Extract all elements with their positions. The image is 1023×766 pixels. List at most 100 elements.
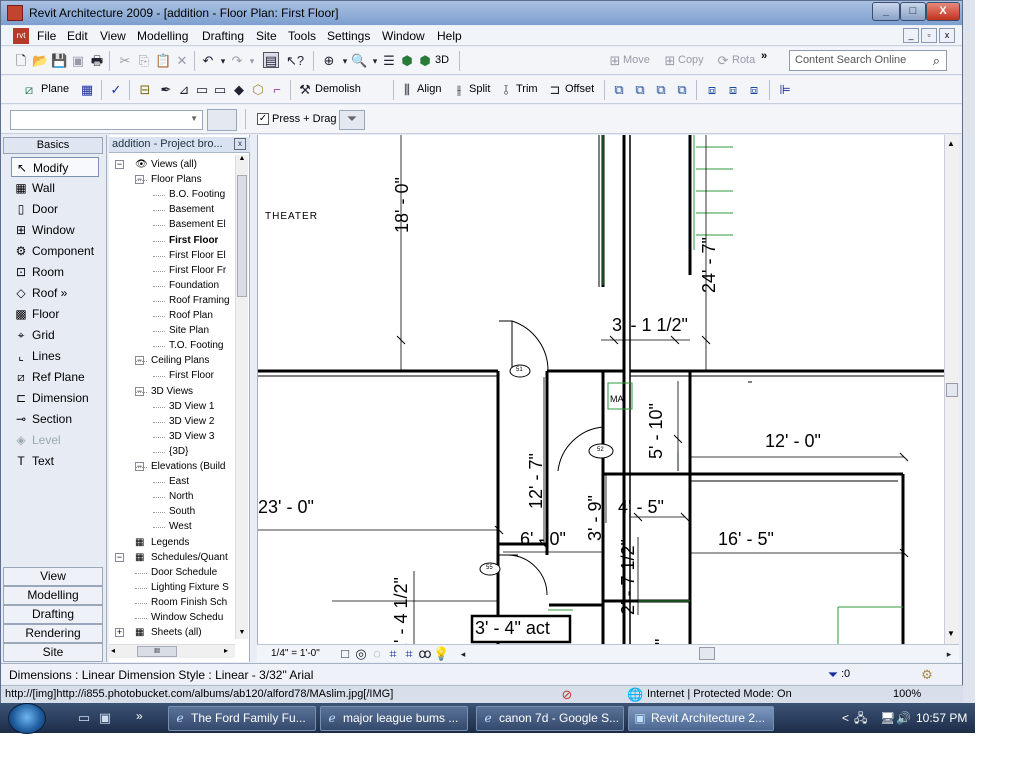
network-icon[interactable]: 🖧	[854, 703, 867, 733]
dim-3-1-1-2[interactable]: 3' - 1 1/2"	[612, 315, 688, 336]
tree-schedule[interactable]: Window Schedu	[151, 610, 223, 625]
tab-drafting[interactable]: Drafting	[3, 605, 103, 624]
whats-this-icon[interactable]: ↖?	[286, 53, 304, 69]
tree-schedule[interactable]: Door Schedule	[151, 565, 217, 580]
tree-ceiling-plan[interactable]: First Floor	[169, 368, 214, 383]
design-bar-item-floor[interactable]: ▩ Floor	[11, 304, 99, 324]
view-properties-icon[interactable]: ⊕	[321, 53, 337, 69]
tree-ceiling-plans[interactable]: Ceiling Plans	[151, 353, 209, 368]
design-bar-item-modify[interactable]: ↖ Modify	[11, 157, 99, 177]
trim-icon[interactable]: ⫱	[498, 82, 514, 98]
menu-help[interactable]: Help	[437, 29, 462, 43]
hscroll-left-icon[interactable]: ◂	[455, 646, 471, 662]
scroll-left-icon[interactable]: ◂	[111, 646, 115, 655]
save-to-central-icon[interactable]: ▣	[70, 53, 86, 69]
show-desktop-icon[interactable]: ▭	[76, 710, 92, 726]
title-bar[interactable]: Revit Architecture 2009 - [addition - Fl…	[1, 1, 962, 25]
scroll-up-icon[interactable]: ▲	[947, 139, 955, 148]
reveal-hidden-icon[interactable]: 💡	[433, 646, 449, 662]
project-browser-title[interactable]: addition - Project bro... x	[109, 137, 250, 153]
tree-elevations[interactable]: Elevations (Build	[151, 459, 225, 474]
design-bar-item-level[interactable]: ◈ Level	[11, 430, 99, 450]
design-bar-item-lines[interactable]: ⌞ Lines	[11, 346, 99, 366]
menu-view[interactable]: View	[100, 29, 126, 43]
browser-vertical-scrollbar[interactable]: ▲ ▼	[235, 155, 248, 639]
dim-16-5[interactable]: 16' - 5"	[718, 529, 774, 550]
align-icon[interactable]: ⫼	[399, 82, 415, 98]
3d-view-icon[interactable]: ⬢	[417, 53, 433, 69]
hscroll-right-icon[interactable]: ▸	[941, 646, 957, 662]
grid-show-icon[interactable]: ▦	[79, 82, 95, 98]
display-icon[interactable]: 🖥	[880, 703, 895, 733]
close-icon[interactable]: x	[234, 138, 246, 150]
drawing-scroll-thumb[interactable]	[946, 383, 958, 397]
tree-floor-plan[interactable]: T.O. Footing	[169, 338, 223, 353]
tool-3-icon[interactable]: ⊿	[176, 82, 192, 98]
tool-9-icon[interactable]: ⧉	[611, 82, 627, 98]
tool-4-icon[interactable]: ▭	[194, 82, 210, 98]
tree-3d-view[interactable]: 3D View 2	[169, 414, 214, 429]
tab-modelling[interactable]: Modelling	[3, 586, 103, 605]
design-bar-item-text[interactable]: T Text	[11, 451, 99, 471]
tree-expander-icon[interactable]: −	[115, 552, 124, 562]
menu-site[interactable]: Site	[256, 29, 277, 43]
room-label-theater[interactable]: THEATER	[265, 211, 318, 222]
crop-region-icon[interactable]: ⌗	[401, 646, 417, 662]
mdi-close-button[interactable]: x	[939, 28, 955, 43]
visibility-graphics-icon[interactable]: ☰	[381, 53, 397, 69]
crop-view-icon[interactable]: ⌗	[385, 646, 401, 662]
tree-legends[interactable]: Legends	[151, 535, 189, 550]
scroll-right-icon[interactable]: ▸	[224, 646, 228, 655]
design-bar-item-door[interactable]: ▯ Door	[11, 199, 99, 219]
demolish-button[interactable]: Demolish	[315, 83, 361, 95]
tree-views-root[interactable]: Views (all)	[151, 157, 197, 172]
tree-schedule[interactable]: Lighting Fixture S	[151, 580, 229, 595]
split-icon[interactable]: ⫲	[451, 82, 467, 98]
tool-11-icon[interactable]: ⧉	[653, 82, 669, 98]
tree-3d-views[interactable]: 3D Views	[151, 384, 193, 399]
dim-12-7[interactable]: 12' - 7"	[526, 453, 547, 509]
tree-elevation[interactable]: South	[169, 504, 195, 519]
dim-12-0[interactable]: 12' - 0"	[765, 431, 821, 452]
print-icon[interactable]: 🖶	[89, 53, 105, 69]
model-graphics-icon[interactable]: ◎	[353, 646, 369, 662]
browser-scroll-thumb[interactable]	[237, 175, 247, 297]
dim-23-0[interactable]: 23' - 0"	[258, 497, 314, 518]
dim-5-10[interactable]: 5' - 10"	[646, 403, 667, 459]
delete-icon[interactable]: ✕	[174, 53, 190, 69]
content-search-input[interactable]: Content Search Online ⌕	[789, 50, 947, 71]
tree-expander-icon[interactable]: −	[115, 160, 124, 169]
tree-floor-plan[interactable]: Site Plan	[169, 323, 209, 338]
door-tag-55[interactable]: 55	[486, 565, 493, 571]
tree-floor-plan[interactable]: Foundation	[169, 278, 219, 293]
copy-icon[interactable]: ⎘	[136, 53, 152, 69]
filter-icon[interactable]: ⏷	[825, 667, 841, 683]
tool-15-icon[interactable]: ⧈	[746, 82, 762, 98]
tray-expand-icon[interactable]: <	[842, 703, 849, 733]
search-icon[interactable]: ⌕	[933, 53, 940, 69]
room-label-ma[interactable]: MA	[610, 394, 624, 404]
undo-icon[interactable]: ↶	[200, 53, 216, 69]
browser-horizontal-scrollbar[interactable]: ◂ III ▸	[109, 644, 235, 658]
tool-12-icon[interactable]: ⧉	[674, 82, 690, 98]
new-icon[interactable]: 🗋	[13, 53, 29, 69]
rotate-icon[interactable]: ⟳	[715, 53, 731, 69]
rotate-button[interactable]: Rota	[732, 54, 755, 66]
volume-icon[interactable]: 🔊	[896, 703, 911, 733]
plane-button[interactable]: Plane	[41, 83, 69, 95]
tree-floor-plan[interactable]: First Floor El	[169, 248, 226, 263]
clock[interactable]: 10:57 PM	[916, 703, 967, 733]
open-icon[interactable]: 📂	[32, 53, 48, 69]
menu-settings[interactable]: Settings	[327, 29, 370, 43]
scroll-down-icon[interactable]: ▼	[237, 629, 247, 639]
dim-6-0[interactable]: 6' - 0"	[520, 529, 566, 550]
check-spelling-icon[interactable]: ✓	[108, 82, 124, 98]
dim-2-7-1-2[interactable]: 2' - 7 1/2"	[618, 539, 639, 615]
3d-label[interactable]: 3D	[435, 54, 449, 66]
view-scale[interactable]: 1/4" = 1'-0"	[271, 648, 320, 659]
tree-elevation[interactable]: North	[169, 489, 193, 504]
hide-isolate-icon[interactable]: ꝏ	[417, 646, 433, 662]
tool-10-icon[interactable]: ⧉	[632, 82, 648, 98]
design-bar-item-wall[interactable]: ▦ Wall	[11, 178, 99, 198]
tree-floor-plan[interactable]: Basement El	[169, 217, 226, 232]
